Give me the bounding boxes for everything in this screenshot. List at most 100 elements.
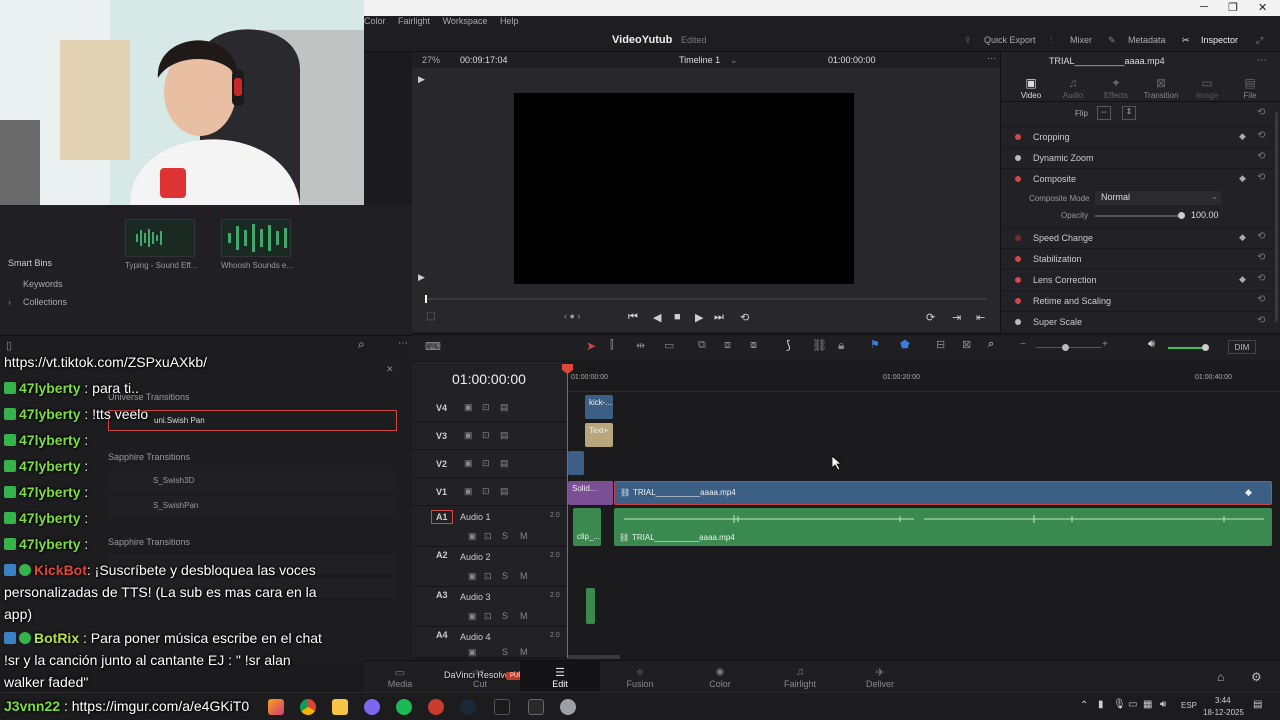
zoom-detail-icon[interactable]: ⊠ <box>962 338 971 351</box>
timeline-scrollbar[interactable] <box>568 655 620 659</box>
app-icon-photos[interactable] <box>268 699 284 715</box>
file-explorer-icon[interactable] <box>332 699 348 715</box>
solo-button[interactable]: S <box>502 647 508 657</box>
menu-help[interactable]: Help <box>500 16 519 26</box>
layout-icon[interactable]: ⌨ <box>425 340 441 353</box>
menu-workspace[interactable]: Workspace <box>443 16 488 26</box>
epic-games-icon[interactable] <box>528 699 544 715</box>
tray-icon[interactable]: ▭ <box>1128 699 1137 710</box>
keyframe-icon[interactable]: ◆ <box>1239 131 1246 142</box>
enable-dot[interactable] <box>1015 277 1021 283</box>
razor-icon[interactable]: ▭ <box>664 339 674 352</box>
link-icon[interactable]: ⛓ <box>812 338 827 352</box>
solo-button[interactable]: S <box>502 611 508 621</box>
zoom-out-icon[interactable]: − <box>1020 339 1026 350</box>
clip-a3[interactable] <box>586 588 595 624</box>
enable-dot[interactable] <box>1015 134 1021 140</box>
clip-trial-video[interactable]: ⛓ TRIAL__________aaaa.mp4 ◆ <box>614 481 1272 505</box>
video-preview[interactable] <box>514 93 854 284</box>
lock-icon[interactable]: ▣ <box>468 571 477 582</box>
mute-button[interactable]: M <box>520 611 528 621</box>
more-icon[interactable]: ⋯ <box>987 53 996 64</box>
bin-keywords[interactable]: Keywords <box>23 279 63 289</box>
lock-icon[interactable]: ▣ <box>468 531 477 542</box>
clip-text-plus[interactable]: Text+ <box>585 423 613 447</box>
metadata-button[interactable]: Metadata <box>1128 35 1166 45</box>
more-icon[interactable]: ⋯ <box>1257 55 1267 66</box>
panel-toggle-icon[interactable]: ▯ <box>6 339 12 352</box>
network-icon[interactable]: ▦ <box>1143 699 1152 710</box>
marker-icon[interactable]: ⬟ <box>900 338 910 351</box>
opacity-slider-handle[interactable] <box>1178 212 1185 219</box>
mute-button[interactable]: M <box>520 571 528 581</box>
language-indicator[interactable]: ESP <box>1181 701 1197 710</box>
reset-icon[interactable]: ⟲ <box>1257 172 1265 183</box>
effect-item[interactable]: S_SwishPan <box>108 496 397 516</box>
reset-icon[interactable]: ⟲ <box>1257 252 1265 263</box>
page-fusion[interactable]: ✧ Fusion <box>600 667 680 689</box>
tab-transition[interactable]: Transition <box>1141 91 1181 100</box>
enable-dot[interactable] <box>1015 155 1021 161</box>
auto-select-icon[interactable]: ⊡ <box>484 571 492 582</box>
page-deliver[interactable]: ✈ Deliver <box>840 667 920 689</box>
inspector-button[interactable]: Inspector <box>1201 35 1238 45</box>
volume-icon[interactable]: 🔊︎ <box>1160 699 1166 710</box>
track-header-a3[interactable]: A3 Audio 3 2.0 ▣ ⊡ S M <box>412 587 568 627</box>
section-dynamic-zoom[interactable]: Dynamic Zoom ⟲ <box>1001 147 1273 167</box>
track-header-a1[interactable]: A1 Audio 1 2.0 ▣ ⊡ S M <box>412 507 568 547</box>
reset-icon[interactable]: ⟲ <box>1257 231 1265 242</box>
track-header-v4[interactable]: V4 ▣ ⊡ ▤ <box>412 394 568 422</box>
stop-icon[interactable]: ■ <box>674 311 681 323</box>
tray-icon[interactable]: ▮ <box>1098 699 1104 710</box>
zoom-slider-handle[interactable] <box>1062 344 1069 351</box>
section-retime-scaling[interactable]: Retime and Scaling ⟲ <box>1001 290 1273 310</box>
section-lens-correction[interactable]: Lens Correction ◆ ⟲ <box>1001 269 1273 289</box>
gear-icon[interactable]: ⚙ <box>1251 670 1262 684</box>
notification-icon[interactable]: ▤ <box>1253 699 1262 710</box>
page-cut[interactable]: ✂ Cut <box>440 667 520 689</box>
group-universe-transitions[interactable]: Universe Transitions <box>100 390 400 406</box>
section-composite[interactable]: Composite ◆ ⟲ Composite Mode Normal ⌄ Opac… <box>1001 168 1273 222</box>
chevron-down-icon[interactable]: ⌄ <box>1211 192 1218 201</box>
chevron-right-icon[interactable]: › <box>8 297 11 307</box>
lock-icon[interactable]: ▣ <box>464 430 473 441</box>
minimize-button[interactable]: ─ <box>1200 1 1208 13</box>
effect-item[interactable]: S_Swish3D <box>108 471 397 491</box>
zoom-in-icon[interactable]: + <box>1102 339 1108 350</box>
go-to-end-icon[interactable]: ⏭ <box>714 311 724 324</box>
reverse-icon[interactable]: ◀ <box>653 311 661 324</box>
prev-edit-icon[interactable]: ⇤ <box>976 311 985 324</box>
page-fairlight[interactable]: ♫ Fairlight <box>760 666 840 689</box>
opacity-value[interactable]: 100.00 <box>1191 210 1219 220</box>
enable-dot[interactable] <box>1015 235 1021 241</box>
menu-color[interactable]: Color <box>364 16 386 26</box>
auto-select-icon[interactable]: ⊡ <box>482 430 490 441</box>
flip-vertical-icon[interactable]: ⇕ <box>1122 106 1136 120</box>
overwrite-icon[interactable]: ⧈ <box>724 339 731 352</box>
reset-icon[interactable]: ⟲ <box>1257 294 1265 305</box>
scrub-handle[interactable] <box>425 295 427 303</box>
opacity-slider[interactable] <box>1095 215 1181 217</box>
solo-button[interactable]: S <box>502 571 508 581</box>
tab-video[interactable]: Video <box>1011 91 1051 100</box>
auto-select-icon[interactable]: ⊡ <box>482 486 490 497</box>
playhead[interactable] <box>567 364 568 658</box>
app-icon-grey[interactable] <box>560 699 576 715</box>
enable-dot[interactable] <box>1015 319 1021 325</box>
trim-tool-icon[interactable]: ⫿ <box>610 339 614 352</box>
enable-dot[interactable] <box>1015 176 1021 182</box>
lock-icon[interactable]: ▣ <box>468 611 477 622</box>
insert-icon[interactable]: ⧉ <box>698 339 706 352</box>
scrub-bar[interactable] <box>425 298 987 300</box>
reset-icon[interactable]: ⟲ <box>1257 107 1265 118</box>
dim-button[interactable]: DIM <box>1228 340 1256 354</box>
zoom-slider[interactable] <box>1036 347 1102 348</box>
tray-expand-icon[interactable]: ⌃ <box>1080 700 1088 711</box>
zoom-full-icon[interactable]: ⊟ <box>936 338 945 351</box>
enable-track-icon[interactable]: ▤ <box>500 402 509 413</box>
steam-icon[interactable] <box>460 699 476 715</box>
solo-button[interactable]: S <box>502 531 508 541</box>
selection-tool-icon[interactable]: ➤ <box>586 339 596 353</box>
tab-effects[interactable]: Effects <box>1096 91 1136 100</box>
enable-track-icon[interactable]: ▤ <box>500 458 509 469</box>
